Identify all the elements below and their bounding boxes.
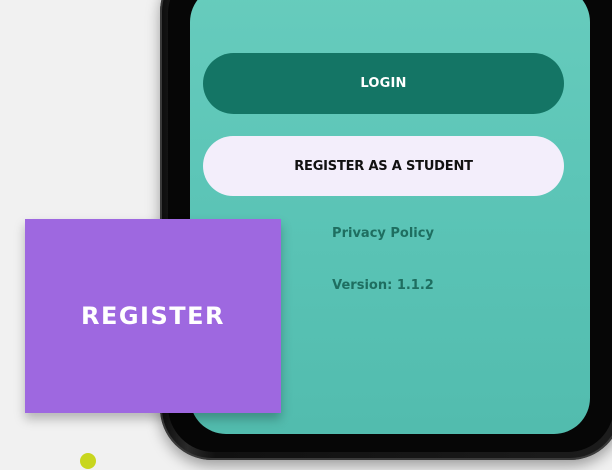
register-student-button-label: REGISTER AS A STUDENT	[294, 158, 473, 174]
privacy-policy-link[interactable]: Privacy Policy	[283, 226, 483, 241]
version-text: Version: 1.1.2	[332, 278, 434, 293]
register-student-button[interactable]: REGISTER AS A STUDENT	[203, 136, 564, 196]
register-overlay-card: REGISTER	[25, 219, 281, 413]
register-overlay-title: REGISTER	[80, 302, 226, 330]
scene: LOGIN REGISTER AS A STUDENT Privacy Poli…	[0, 0, 612, 470]
login-button-label: LOGIN	[360, 76, 407, 91]
login-button[interactable]: LOGIN	[203, 53, 564, 114]
decorative-dot	[80, 453, 96, 469]
